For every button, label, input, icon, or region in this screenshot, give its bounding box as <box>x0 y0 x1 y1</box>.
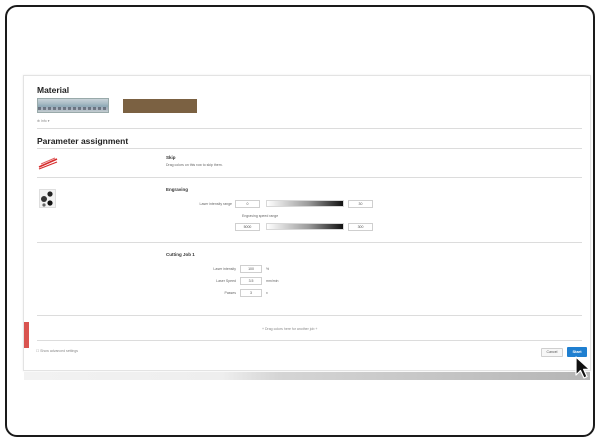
cutting-job-title: Cutting Job 1 <box>166 252 195 257</box>
laser-intensity-unit: % <box>266 267 270 271</box>
section-divider <box>37 148 582 149</box>
laser-intensity-input[interactable]: 100 <box>240 265 262 273</box>
passes-unit: x <box>266 291 268 295</box>
intensity-max-input[interactable]: 30 <box>348 200 373 208</box>
engraving-speed-range-label: Engraving speed range <box>242 214 279 218</box>
intensity-min-input[interactable]: 0 <box>235 200 260 208</box>
laser-speed-input[interactable]: 3.5 <box>240 277 262 285</box>
row-divider <box>37 177 582 178</box>
feedback-tab[interactable]: Feedback <box>20 322 29 348</box>
row-divider <box>37 242 582 243</box>
material-info-link[interactable]: ⊕ Info ▾ <box>37 119 49 123</box>
speed-max-input[interactable]: 300 <box>348 223 373 231</box>
laser-intensity-label: Laser intensity <box>213 267 236 271</box>
parameter-assignment-heading: Parameter assignment <box>37 136 129 146</box>
mouse-pointer-icon <box>575 356 591 379</box>
laser-intensity-range-label: Laser intensity range <box>199 202 233 206</box>
skip-description: Drag colors on this row to skip them. <box>166 163 223 167</box>
material-swatch-preview[interactable] <box>37 98 109 113</box>
row-divider <box>37 315 582 316</box>
background-strip <box>24 372 590 380</box>
section-divider <box>37 128 582 129</box>
speed-gradient-slider[interactable] <box>266 223 344 230</box>
passes-label: Passes <box>224 291 236 295</box>
cancel-button[interactable]: Cancel <box>541 348 563 357</box>
laser-speed-unit: mm/min <box>266 279 279 283</box>
material-heading: Material <box>37 85 70 95</box>
device-frame: Feedback Material ⊕ Info ▾ Parameter ass… <box>5 5 595 437</box>
row-divider <box>37 340 582 341</box>
passes-input[interactable]: 3 <box>240 289 262 297</box>
red-laser-lines-icon[interactable] <box>38 156 58 170</box>
show-advanced-settings-checkbox[interactable]: ☐ Show advanced settings <box>36 349 78 353</box>
engraving-image-icon[interactable] <box>39 189 56 208</box>
intensity-gradient-slider[interactable] <box>266 200 344 207</box>
material-swatch-wood[interactable] <box>123 99 197 113</box>
laser-app-dialog: Feedback Material ⊕ Info ▾ Parameter ass… <box>20 75 591 371</box>
engraving-title: Engraving <box>166 187 189 192</box>
feedback-label: Feedback <box>19 326 24 340</box>
laser-speed-label: Laser Speed <box>216 279 236 283</box>
drop-zone-hint[interactable]: + Drag colors here for another job + <box>262 327 317 331</box>
speed-min-input[interactable]: 5000 <box>235 223 260 231</box>
skip-title: Skip <box>166 155 176 160</box>
